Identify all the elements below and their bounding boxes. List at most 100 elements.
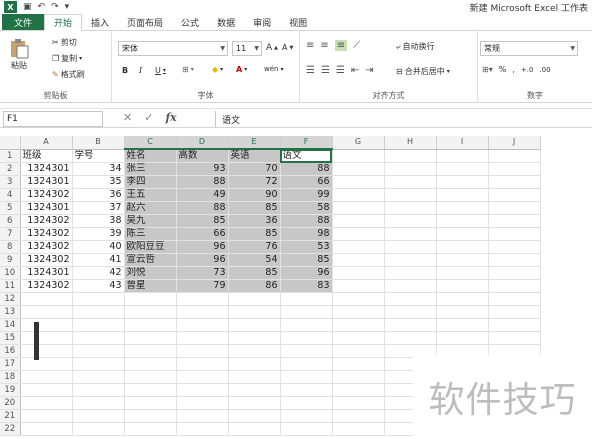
tab-home[interactable]: 开始 bbox=[44, 14, 83, 31]
tab-insert[interactable]: 插入 bbox=[82, 14, 118, 30]
cell[interactable] bbox=[384, 279, 437, 293]
cell[interactable] bbox=[384, 214, 437, 228]
cell[interactable]: 96 bbox=[280, 266, 333, 280]
row-header[interactable]: 2 bbox=[0, 162, 21, 176]
cell[interactable] bbox=[124, 292, 177, 306]
cell[interactable] bbox=[228, 396, 281, 410]
cell[interactable] bbox=[228, 331, 281, 345]
cell[interactable]: 66 bbox=[176, 227, 229, 241]
row-header[interactable]: 22 bbox=[0, 422, 21, 436]
cell[interactable]: 36 bbox=[228, 214, 281, 228]
cell[interactable]: 96 bbox=[176, 253, 229, 267]
cell[interactable] bbox=[488, 266, 541, 280]
font-name-select[interactable]: 宋体 ▼ bbox=[118, 41, 228, 56]
formula-input[interactable]: 语文 bbox=[215, 111, 590, 127]
row-header[interactable]: 7 bbox=[0, 227, 21, 241]
cell[interactable]: 43 bbox=[72, 279, 125, 293]
cell[interactable] bbox=[332, 357, 385, 371]
row-header[interactable]: 8 bbox=[0, 240, 21, 254]
cell[interactable] bbox=[332, 162, 385, 176]
cell[interactable] bbox=[176, 370, 229, 384]
tab-formulas[interactable]: 公式 bbox=[172, 14, 208, 30]
cell[interactable]: 1324301 bbox=[20, 162, 73, 176]
font-color-button[interactable]: A ▾ bbox=[236, 65, 247, 74]
row-header[interactable]: 13 bbox=[0, 305, 21, 319]
cell[interactable]: 37 bbox=[72, 201, 125, 215]
row-header[interactable]: 14 bbox=[0, 318, 21, 332]
cell[interactable]: 88 bbox=[176, 175, 229, 189]
cell[interactable]: 张三 bbox=[124, 162, 177, 176]
cell[interactable]: 70 bbox=[228, 162, 281, 176]
cell[interactable] bbox=[124, 409, 177, 423]
cell[interactable] bbox=[20, 344, 73, 358]
cell[interactable] bbox=[280, 331, 333, 345]
row-header[interactable]: 9 bbox=[0, 253, 21, 267]
cell[interactable] bbox=[72, 370, 125, 384]
cut-button[interactable]: ✂ 剪切 bbox=[52, 37, 77, 48]
cell[interactable] bbox=[20, 370, 73, 384]
cell[interactable] bbox=[332, 305, 385, 319]
cell[interactable] bbox=[384, 149, 437, 163]
cell[interactable] bbox=[72, 383, 125, 397]
cancel-icon[interactable]: ✕ bbox=[123, 111, 132, 124]
cell[interactable]: 1324302 bbox=[20, 188, 73, 202]
column-header[interactable]: B bbox=[72, 136, 125, 150]
cell[interactable] bbox=[488, 162, 541, 176]
cell[interactable]: 姓名 bbox=[124, 149, 177, 163]
align-middle-icon[interactable]: ≡ bbox=[320, 40, 328, 51]
cell[interactable] bbox=[436, 240, 489, 254]
row-header[interactable]: 4 bbox=[0, 188, 21, 202]
cell[interactable] bbox=[72, 318, 125, 332]
orientation-icon[interactable]: ⟋ bbox=[353, 40, 360, 51]
cell[interactable] bbox=[436, 214, 489, 228]
cell[interactable]: 曾星 bbox=[124, 279, 177, 293]
column-header[interactable]: E bbox=[228, 136, 281, 150]
row-header[interactable]: 11 bbox=[0, 279, 21, 293]
cell[interactable]: 85 bbox=[228, 266, 281, 280]
cell[interactable] bbox=[332, 214, 385, 228]
number-format-select[interactable]: 常规 ▼ bbox=[480, 41, 578, 56]
cell[interactable] bbox=[20, 396, 73, 410]
cell[interactable] bbox=[332, 370, 385, 384]
cell[interactable]: 高数 bbox=[176, 149, 229, 163]
cell[interactable]: 86 bbox=[228, 279, 281, 293]
cell[interactable] bbox=[488, 331, 541, 345]
cell[interactable]: 1324302 bbox=[20, 279, 73, 293]
cell[interactable]: 93 bbox=[176, 162, 229, 176]
cell[interactable] bbox=[436, 175, 489, 189]
column-header[interactable]: F bbox=[280, 136, 333, 150]
row-header[interactable]: 18 bbox=[0, 370, 21, 384]
cell[interactable] bbox=[176, 383, 229, 397]
row-header[interactable]: 5 bbox=[0, 201, 21, 215]
cell[interactable]: 英语 bbox=[228, 149, 281, 163]
insert-function-icon[interactable]: fx bbox=[165, 111, 176, 124]
cell[interactable] bbox=[332, 409, 385, 423]
cell[interactable] bbox=[488, 227, 541, 241]
cell[interactable]: 53 bbox=[280, 240, 333, 254]
cell[interactable]: 王五 bbox=[124, 188, 177, 202]
cell[interactable] bbox=[384, 305, 437, 319]
cell[interactable]: 40 bbox=[72, 240, 125, 254]
cell[interactable] bbox=[488, 149, 541, 163]
cell[interactable] bbox=[384, 227, 437, 241]
tab-review[interactable]: 审阅 bbox=[244, 14, 280, 30]
cell[interactable] bbox=[436, 201, 489, 215]
column-header[interactable]: I bbox=[436, 136, 489, 150]
cell[interactable] bbox=[332, 253, 385, 267]
cell[interactable] bbox=[332, 149, 385, 163]
paste-button[interactable]: 粘贴 bbox=[8, 37, 30, 71]
row-header[interactable]: 20 bbox=[0, 396, 21, 410]
cell[interactable]: 班级 bbox=[20, 149, 73, 163]
cell[interactable] bbox=[176, 305, 229, 319]
cell[interactable] bbox=[20, 409, 73, 423]
cell[interactable] bbox=[228, 292, 281, 306]
cell[interactable]: 42 bbox=[72, 266, 125, 280]
cell[interactable]: 98 bbox=[280, 227, 333, 241]
cell[interactable]: 99 bbox=[280, 188, 333, 202]
save-icon[interactable]: ▣ bbox=[23, 2, 32, 12]
cell[interactable] bbox=[384, 318, 437, 332]
shrink-font-button[interactable]: A ▼ bbox=[282, 43, 293, 52]
cell[interactable]: 66 bbox=[280, 175, 333, 189]
cell[interactable] bbox=[176, 344, 229, 358]
row-header[interactable]: 16 bbox=[0, 344, 21, 358]
